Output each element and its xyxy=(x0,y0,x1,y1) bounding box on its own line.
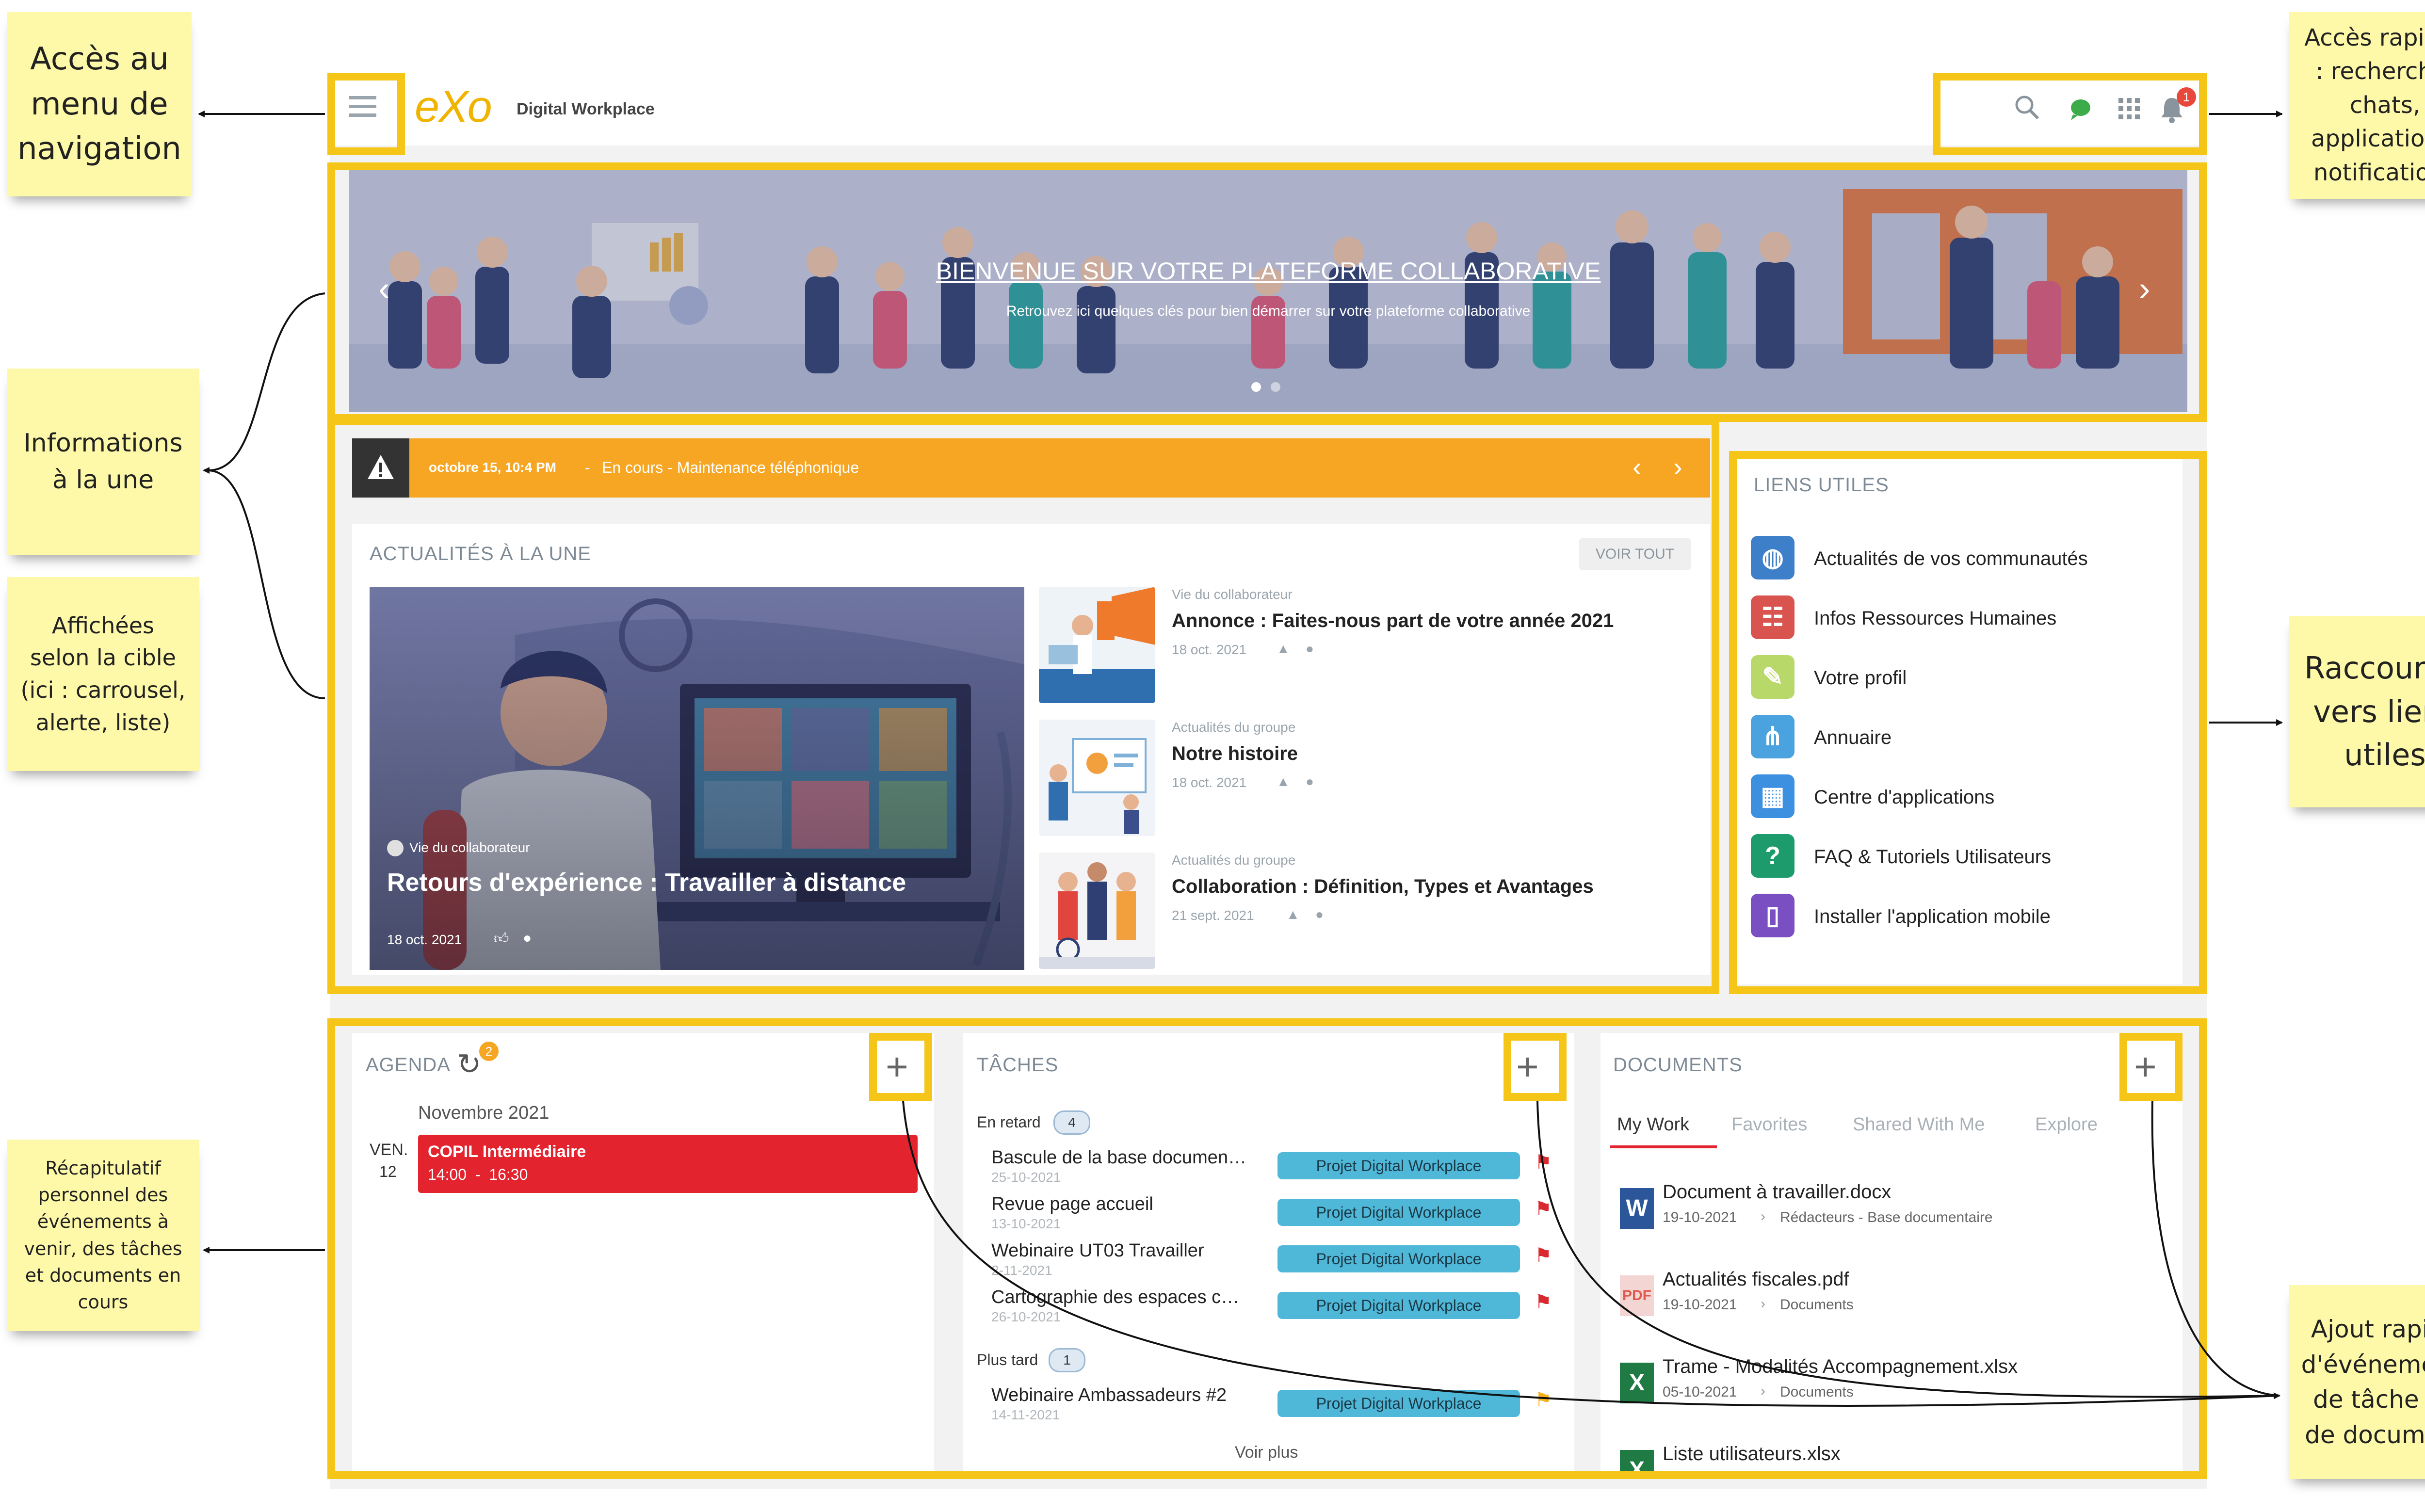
annotation-arrows xyxy=(198,111,2283,1407)
